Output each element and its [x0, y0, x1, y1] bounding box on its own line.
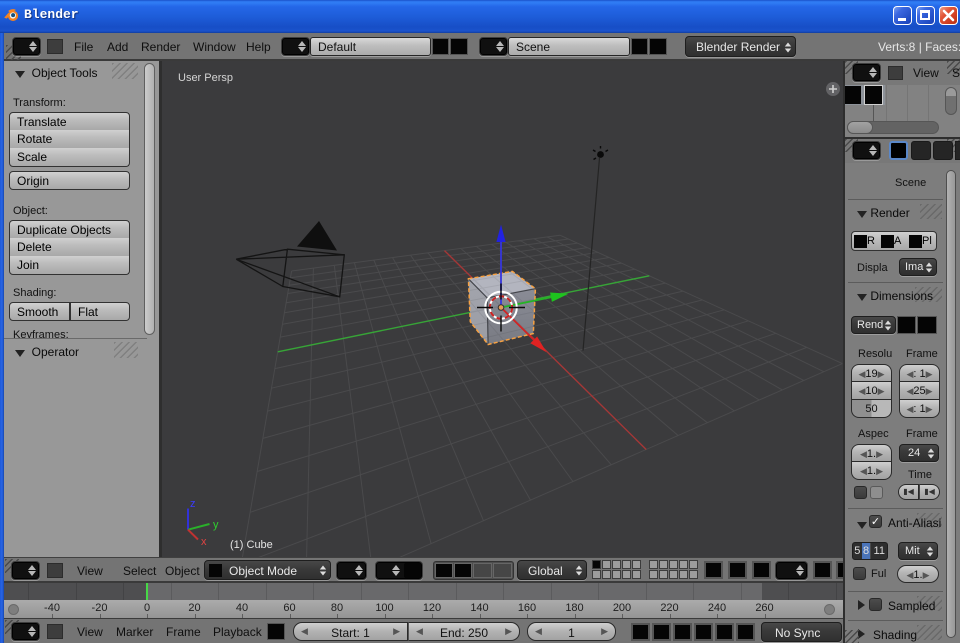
svg-text:y: y — [213, 519, 219, 531]
svg-text:(1) Cube: (1) Cube — [230, 539, 273, 551]
svg-text:z: z — [190, 498, 196, 510]
svg-text:x: x — [201, 536, 207, 548]
svg-text:User Persp: User Persp — [178, 72, 233, 84]
